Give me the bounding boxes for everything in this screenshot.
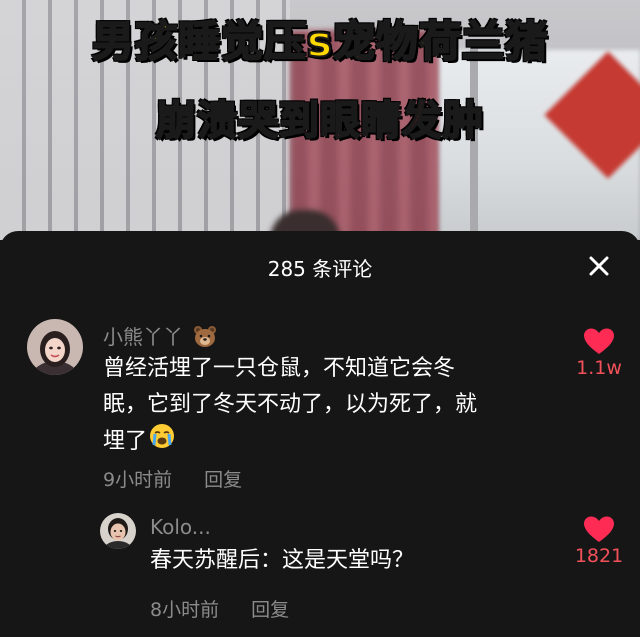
close-button[interactable] (582, 249, 616, 283)
close-icon (589, 256, 609, 276)
reply-meta: 8小时前 回复 (150, 595, 289, 622)
bear-face-emoji (193, 325, 217, 352)
avatar[interactable] (27, 319, 83, 375)
comments-header: 285 条评论 (0, 231, 640, 299)
comment-time: 9小时前 (103, 469, 173, 491)
reply-button[interactable]: 回复 (204, 469, 242, 491)
reply-time: 8小时前 (150, 599, 220, 621)
like-button[interactable]: 1.1w (564, 327, 634, 379)
reply-button[interactable]: 回复 (251, 599, 289, 621)
comment-text-line: 埋了 (103, 423, 553, 461)
video-title-line-1: 男孩睡觉压s宠物荷兰猪 (91, 16, 548, 67)
heart-icon (584, 328, 614, 354)
like-count: 1821 (574, 545, 624, 567)
username-text: 小熊丫丫 (103, 325, 183, 349)
comment-text-line: 曾经活埋了一只仓鼠，不知道它会冬 (103, 356, 456, 381)
comment-count-label: 285 条评论 (267, 257, 373, 281)
heart-icon (584, 516, 614, 542)
like-button[interactable]: 1821 (564, 515, 634, 567)
comments-sheet: 285 条评论 小熊丫丫 曾经活埋了一只仓鼠，不知道它会冬 眠，它到了冬天不动了… (0, 231, 640, 637)
video-frame[interactable]: 男孩睡觉压s宠物荷兰猪 崩溃哭到眼睛发肿 (0, 0, 640, 240)
comment-username[interactable]: 小熊丫丫 (103, 321, 217, 352)
video-title-line-2: 崩溃哭到眼睛发肿 (155, 97, 484, 145)
comment-text: 曾经活埋了一只仓鼠，不知道它会冬 眠，它到了冬天不动了，以为死了，就 埋了 (103, 351, 553, 461)
reply-text: 春天苏醒后：这是天堂吗？ (150, 548, 415, 573)
like-count: 1.1w (576, 357, 622, 379)
reply-username[interactable]: Kolo... (150, 515, 211, 539)
avatar[interactable] (100, 513, 136, 549)
comment-text-line-content: 埋了 (103, 429, 148, 454)
comment-item: 小熊丫丫 曾经活埋了一只仓鼠，不知道它会冬 眠，它到了冬天不动了，以为死了，就 (0, 313, 640, 493)
comment-text-line: 眠，它到了冬天不动了，以为死了，就 (103, 392, 478, 417)
comment-meta: 9小时前 回复 (103, 465, 242, 492)
reply-item: Kolo... 春天苏醒后：这是天堂吗？ 8小时前 回复 1821 (0, 509, 640, 637)
loudly-crying-face-emoji (149, 423, 175, 461)
